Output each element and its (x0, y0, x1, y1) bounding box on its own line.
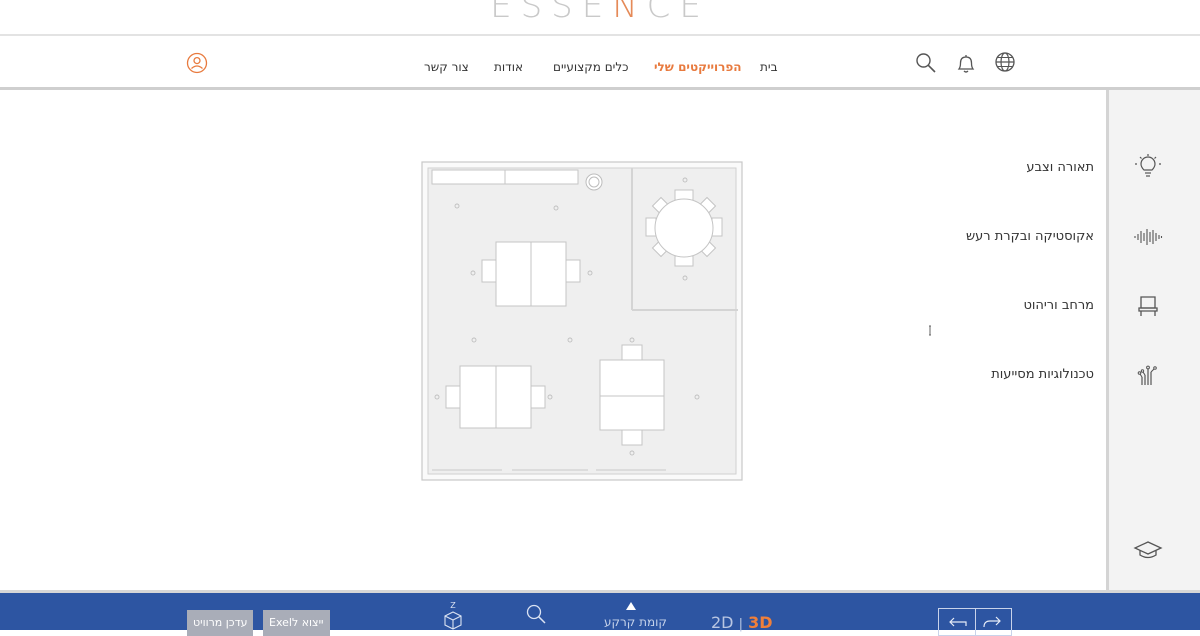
chair-icon (1138, 296, 1158, 316)
logo-text-right: CE (646, 0, 710, 26)
user-icon (186, 52, 208, 74)
axis-z-label: Z (450, 600, 456, 610)
category-lighting-label[interactable]: תאורה וצבע (1026, 160, 1094, 175)
search-button[interactable] (913, 50, 939, 76)
learning-button[interactable] (1131, 533, 1165, 567)
brand-logo[interactable]: ESSENCE (0, 0, 1200, 26)
export-excel-button[interactable]: ייצוא לExel (263, 610, 330, 636)
floor-plan-canvas[interactable] (0, 90, 1106, 590)
undo-arrow-icon (948, 617, 967, 627)
nav-my-projects[interactable]: הפרוייקטים שלי (654, 60, 742, 74)
bottom-toolbar: עדכן מרוויט ייצוא לExel Z קומת קרקע 2D |… (0, 590, 1200, 636)
zoom-search-icon (526, 604, 546, 624)
undo-redo-group (938, 608, 1012, 636)
language-button[interactable] (992, 49, 1018, 75)
graduation-cap-icon (1133, 541, 1163, 559)
nav-about[interactable]: אודות (494, 60, 523, 74)
view-2d-button[interactable]: 2D (711, 613, 734, 632)
zoom-button[interactable] (523, 601, 549, 627)
update-project-button[interactable]: עדכן מרוויט (187, 610, 254, 636)
text-cursor-icon (929, 325, 931, 336)
view-mode-toggle: 2D | 3D (711, 613, 773, 632)
soundwave-icon (1134, 229, 1163, 245)
search-icon (916, 53, 936, 73)
user-profile-button[interactable] (185, 51, 209, 75)
redo-arrow-icon (983, 616, 1002, 628)
hand-tech-icon (1137, 365, 1157, 385)
floor-plan[interactable] (420, 160, 750, 490)
logo-text-left: ESSE (490, 0, 613, 26)
notifications-button[interactable] (953, 50, 979, 76)
category-lighting-button[interactable] (1131, 150, 1165, 184)
nav-contact[interactable]: צור קשר (424, 60, 469, 74)
category-acoustics-button[interactable] (1131, 220, 1165, 254)
nav-home[interactable]: בית (760, 60, 778, 74)
category-assistive-tech-button[interactable] (1131, 358, 1165, 392)
triangle-up-icon (626, 602, 636, 610)
undo-button[interactable] (939, 609, 975, 635)
floor-up-arrow[interactable] (625, 601, 637, 611)
view-3d-button[interactable]: 3D (748, 613, 772, 632)
3d-cube-view-button[interactable]: Z (440, 599, 466, 633)
category-space-furniture-button[interactable] (1131, 289, 1165, 323)
category-acoustics-label[interactable]: אקוסטיקה ובקרת רעש (966, 229, 1094, 244)
redo-button[interactable] (974, 609, 1012, 635)
category-space-furniture-label[interactable]: מרחב וריהוט (1023, 298, 1094, 313)
globe-icon (995, 52, 1015, 72)
bell-icon (957, 55, 975, 73)
cube-icon (444, 610, 462, 630)
category-sidebar (1106, 90, 1200, 590)
category-assistive-tech-label[interactable]: טכנולוגיות מסייעות (991, 367, 1094, 382)
lightbulb-icon (1135, 154, 1161, 177)
nav-professional-tools[interactable]: כלים מקצועיים (553, 60, 629, 74)
floor-selector-label[interactable]: קומת קרקע (604, 615, 667, 629)
logo-text-accent: N (612, 0, 647, 26)
